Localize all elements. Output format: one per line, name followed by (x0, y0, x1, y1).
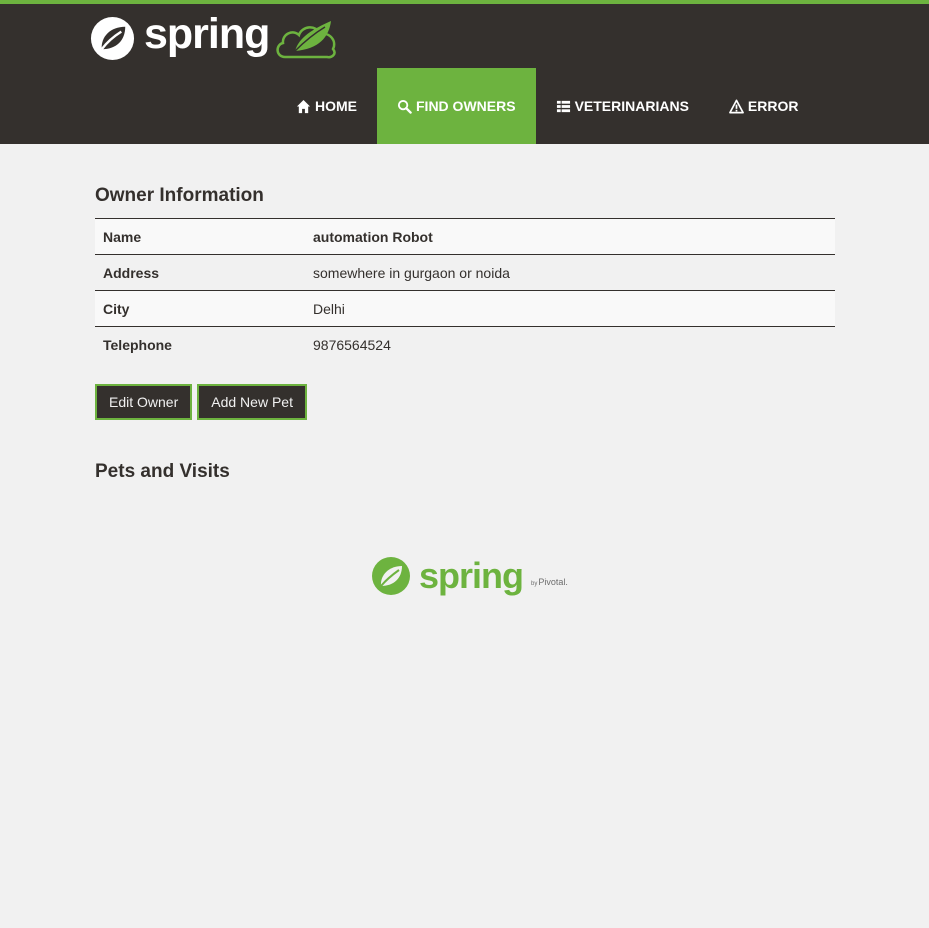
list-icon (556, 100, 570, 112)
table-row: Name automation Robot (95, 218, 835, 255)
brand-name: spring (144, 10, 270, 58)
spring-leaf-icon (90, 16, 135, 61)
pivotal-label: byPivotal. (531, 577, 568, 587)
footer-brand-name: spring (419, 555, 524, 596)
cloud-binary-icon (276, 20, 337, 58)
main-nav: Home Find owners Veterinarians (276, 68, 818, 144)
add-new-pet-button[interactable]: Add New Pet (197, 383, 307, 420)
owner-actions: Edit Owner Add New Pet (95, 383, 835, 420)
nav-item-label: Veterinarians (574, 98, 689, 114)
city-label: City (95, 290, 305, 327)
telephone-label: Telephone (95, 326, 305, 363)
top-navbar: spring Home Find owners (0, 0, 929, 144)
warning-icon (729, 99, 744, 113)
address-value: somewhere in gurgaon or noida (305, 254, 835, 291)
pets-and-visits-title: Pets and Visits (95, 460, 230, 482)
name-value: automation Robot (305, 218, 835, 255)
footer-logo: spring byPivotal. (371, 556, 568, 596)
table-row: Telephone 9876564524 (95, 326, 835, 363)
table-row: Address somewhere in gurgaon or noida (95, 254, 835, 291)
nav-item-find-owners[interactable]: Find owners (377, 68, 536, 144)
nav-item-veterinarians[interactable]: Veterinarians (536, 68, 709, 144)
nav-item-home[interactable]: Home (276, 68, 377, 144)
main-content: Owner Information Name automation Robot … (95, 184, 835, 484)
nav-item-label: Home (315, 98, 357, 114)
table-row: City Delhi (95, 290, 835, 327)
owner-info-table: Name automation Robot Address somewhere … (95, 218, 835, 363)
telephone-value: 9876564524 (305, 326, 835, 363)
name-label: Name (95, 218, 305, 255)
pivotal-by: by (531, 581, 538, 587)
search-icon (397, 99, 412, 114)
home-icon (296, 99, 311, 113)
spring-leaf-icon (372, 557, 410, 595)
nav-item-label: Find owners (416, 98, 516, 114)
pivotal-name: Pivotal. (538, 577, 568, 587)
nav-item-error[interactable]: Error (709, 68, 819, 144)
brand-logo[interactable]: spring (89, 10, 339, 62)
address-label: Address (95, 254, 305, 291)
owner-info-title: Owner Information (95, 185, 264, 206)
nav-item-label: Error (747, 98, 799, 114)
city-value: Delhi (305, 290, 835, 327)
edit-owner-button[interactable]: Edit Owner (95, 383, 193, 420)
